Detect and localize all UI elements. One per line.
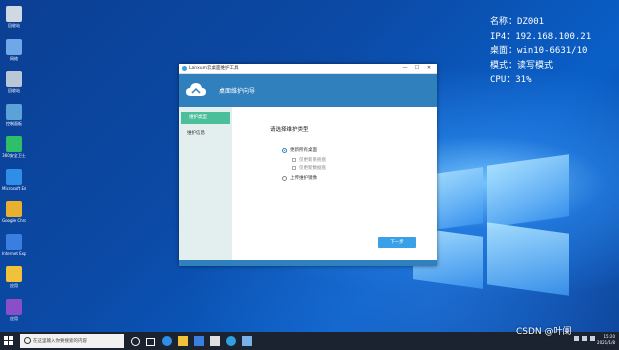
maintenance-window: Lanxum云桌面维护工具 — ☐ ✕ 桌面维护向导 维护类型 维护信息 请选择…: [179, 64, 437, 266]
search-icon: [24, 337, 31, 344]
option-label: 更新所有桌面: [290, 148, 317, 153]
mail-icon[interactable]: [210, 336, 220, 346]
chrome-icon: [6, 201, 22, 217]
checkbox-icon: [292, 158, 296, 162]
edge-icon: [6, 168, 22, 185]
desktop-icon-label: 应用: [10, 315, 18, 321]
recycle-bin-icon: [6, 6, 22, 22]
desktop-icon-label: Google Chrome: [2, 218, 26, 223]
search-placeholder: 在这里输入你要搜索的内容: [33, 339, 87, 344]
desktop-icon[interactable]: Google Chrome: [2, 201, 26, 223]
cloud-icon: [186, 83, 206, 96]
desktop-icon-label: 网络: [10, 55, 18, 61]
app-purple-icon: [6, 298, 22, 315]
desktop-icon[interactable]: 360安全卫士: [2, 136, 26, 158]
option-label: 上传维护镜像: [290, 176, 317, 181]
next-button[interactable]: 下一步: [378, 237, 416, 248]
overlay-name: 名称：DZ001: [490, 17, 545, 27]
cortana-icon[interactable]: [131, 337, 140, 346]
sidebar-item-maintenance-type[interactable]: 维护类型: [181, 112, 230, 124]
system-tray: [574, 336, 595, 341]
tray-volume-icon[interactable]: [582, 336, 587, 341]
radio-unselected-icon: [282, 175, 287, 181]
app-taskbar-icon[interactable]: [242, 336, 252, 346]
desktop-icon[interactable]: 控制面板: [2, 103, 26, 126]
edge-taskbar-icon[interactable]: [162, 336, 172, 346]
option-label: 仅更新数据盘: [299, 166, 326, 171]
window-header: 桌面维护向导: [179, 74, 437, 108]
window-title: Lanxum云桌面维护工具: [189, 66, 239, 71]
desktop-icon[interactable]: 应用: [2, 298, 26, 321]
sidebar-item-maintenance-info[interactable]: 维护信息: [179, 128, 232, 140]
option-system-disk[interactable]: 仅更新系统盘: [292, 157, 326, 163]
app-3-icon: [6, 136, 22, 152]
app-icon: [182, 66, 187, 71]
control-panel-icon: [6, 103, 22, 120]
desktop-icon[interactable]: Microsoft Edge: [2, 168, 26, 191]
desktop-icon-label: 应用: [10, 283, 18, 288]
store-icon[interactable]: [194, 336, 204, 346]
tray-ime-icon[interactable]: [590, 336, 595, 341]
wizard-sidebar: 维护类型 维护信息: [179, 107, 232, 260]
option-data-disk[interactable]: 仅更新数据盘: [292, 165, 326, 171]
clock-date: 2021/1/8: [597, 340, 615, 345]
taskbar-clock[interactable]: 15:20 2021/1/8: [597, 334, 615, 346]
desktop-icon-label: 回收站: [8, 23, 20, 28]
desktop-icon-label: Internet Explorer: [2, 250, 26, 256]
overlay-desktop: 桌面：win10-6631/10: [490, 46, 588, 56]
overlay-cpu: CPU：31%: [490, 75, 532, 85]
ie-icon: [6, 233, 22, 250]
page-heading: 请选择维护类型: [270, 127, 309, 133]
maintenance-app-taskbar-icon[interactable]: [226, 336, 236, 346]
checkbox-icon: [292, 166, 296, 170]
desktop-icon[interactable]: 回收站: [2, 71, 26, 93]
app-yellow-icon: [6, 266, 22, 282]
desktop-icon-label: Microsoft Edge: [2, 185, 26, 191]
desktop-icon-label: 回收站: [8, 88, 20, 93]
header-title: 桌面维护向导: [219, 88, 256, 95]
csdn-watermark: CSDN @叶阑: [516, 327, 572, 337]
close-button[interactable]: ✕: [423, 64, 435, 73]
maximize-button[interactable]: ☐: [411, 64, 423, 73]
desktop-icon-label: 360安全卫士: [2, 153, 26, 158]
tray-network-icon[interactable]: [574, 336, 579, 341]
option-label: 仅更新系统盘: [299, 158, 326, 163]
task-view-icon[interactable]: [146, 338, 155, 346]
network-icon: [6, 38, 22, 55]
start-button[interactable]: [4, 336, 14, 346]
option-upload-image[interactable]: 上传维护镜像: [282, 175, 317, 181]
wizard-content: 请选择维护类型 更新所有桌面 仅更新系统盘 仅更新数据盘 上传维护镜像 下一步: [232, 107, 437, 260]
desktop-icon[interactable]: 回收站: [2, 6, 26, 28]
minimize-button[interactable]: —: [399, 64, 411, 73]
window-footer: [179, 260, 437, 266]
desktop-icon[interactable]: 网络: [2, 38, 26, 61]
radio-selected-icon: [282, 147, 287, 153]
bin-icon: [6, 71, 22, 87]
desktop-icon[interactable]: Internet Explorer: [2, 233, 26, 256]
taskbar-search[interactable]: 在这里输入你要搜索的内容: [20, 334, 124, 348]
overlay-mode: 模式：读写模式: [490, 60, 554, 71]
overlay-ip: IP4：192.168.100.21: [490, 31, 592, 42]
desktop-icon[interactable]: 应用: [2, 266, 26, 288]
window-titlebar[interactable]: Lanxum云桌面维护工具 — ☐ ✕: [179, 64, 437, 74]
system-info-overlay: 名称：DZ001 IP4：192.168.100.21 桌面：win10-6631/…: [490, 15, 591, 88]
file-explorer-icon[interactable]: [178, 336, 188, 346]
desktop-icon-label: 控制面板: [6, 120, 22, 126]
option-update-all[interactable]: 更新所有桌面: [282, 147, 317, 153]
